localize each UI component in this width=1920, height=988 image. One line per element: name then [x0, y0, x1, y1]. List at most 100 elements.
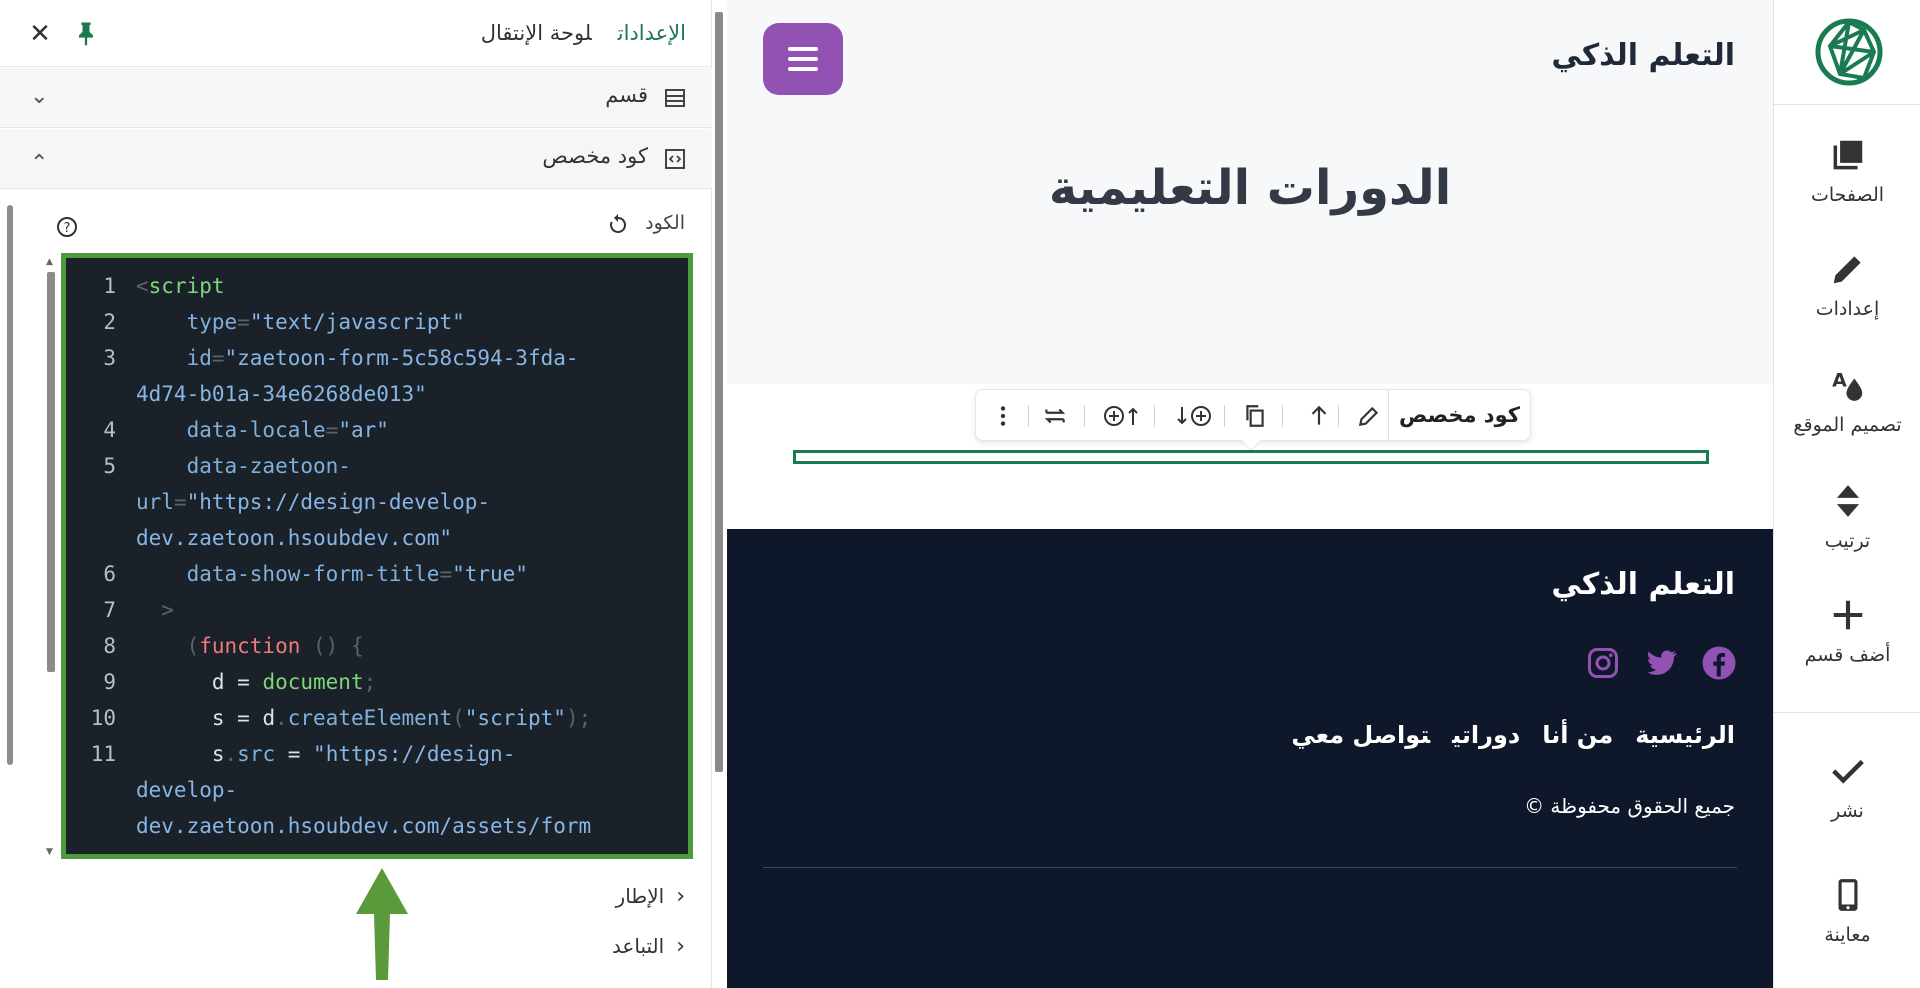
code-line-number: 9 — [103, 670, 116, 694]
pencil-icon — [1829, 250, 1867, 288]
more-options-icon[interactable] — [990, 403, 1016, 429]
hamburger-menu-button[interactable] — [763, 23, 843, 95]
code-token: "true" — [452, 562, 528, 586]
code-token: "https://design-develop- — [186, 490, 491, 514]
code-token: = — [211, 346, 225, 370]
pages-icon — [1829, 136, 1867, 174]
code-token: () { — [300, 634, 364, 658]
code-token: data-locale — [136, 418, 326, 442]
twitter-icon[interactable] — [1643, 645, 1679, 681]
custom-code-block[interactable] — [793, 450, 1709, 464]
frame-accordion[interactable]: ‹ الإطار — [616, 884, 685, 909]
code-block-icon — [664, 148, 686, 170]
code-token: ; — [363, 670, 377, 694]
code-line: 4d74-b01a-34e6268de013" — [136, 382, 686, 406]
close-icon[interactable]: ✕ — [26, 20, 54, 48]
code-token: url — [136, 490, 174, 514]
tab-navigation[interactable]: لوحة الإنتقال — [481, 21, 592, 45]
panel-header: ✕ الإعدادات لوحة الإنتقال — [0, 0, 712, 67]
preview-scrollbar[interactable] — [712, 0, 727, 988]
scroll-up-icon[interactable]: ▲ — [46, 257, 53, 267]
scrollbar-thumb[interactable] — [7, 205, 13, 765]
sort-icon — [1829, 482, 1867, 520]
code-token: < — [136, 274, 149, 298]
footer-brand: التعلم الذكي — [1551, 567, 1735, 602]
toolbar-block-label: كود مخصص — [1388, 390, 1530, 440]
site-brand[interactable]: التعلم الذكي — [1551, 38, 1735, 73]
code-token: "script" — [464, 706, 566, 730]
footer-link-courses[interactable]: دوراتي — [1452, 721, 1520, 749]
code-token: ); — [565, 706, 592, 730]
code-line-number: 7 — [103, 598, 116, 622]
footer-link-contact[interactable]: تواصل معي — [1291, 721, 1430, 749]
code-token: script — [148, 274, 225, 298]
code-token: = d — [237, 706, 276, 730]
rail-item-pages[interactable]: الصفحات — [1774, 136, 1920, 246]
rail-item-publish[interactable]: نشر — [1774, 752, 1920, 862]
code-field-label: الكود — [645, 212, 685, 234]
code-line-number: 4 — [103, 418, 116, 442]
rail-item-label: تصميم الموقع — [1793, 414, 1902, 436]
custom-code-accordion[interactable]: كود مخصص ⌃ — [0, 129, 712, 189]
footer-link-about[interactable]: من أنا — [1542, 721, 1613, 749]
code-line: data-zaetoon- — [136, 454, 686, 478]
rail-item-preview[interactable]: معاينة — [1774, 876, 1920, 986]
code-line: develop- — [136, 778, 686, 802]
code-line-number: 11 — [90, 742, 116, 766]
insert-above-icon[interactable] — [1102, 403, 1140, 429]
code-editor[interactable]: 1 <script 2 type="text/javascript" 3 id="za… — [61, 253, 693, 859]
rail-item-label: أضف قسم — [1804, 644, 1891, 666]
scrollbar-thumb[interactable] — [715, 12, 723, 772]
code-line: dev.zaetoon.hsoubdev.com" — [136, 526, 686, 550]
code-editor-scrollbar[interactable]: ▲ ▼ — [44, 257, 58, 857]
panel-tabs: الإعدادات لوحة الإنتقال — [455, 18, 686, 48]
code-token: = — [237, 670, 263, 694]
code-token: src — [237, 742, 276, 766]
duplicate-icon[interactable] — [1242, 403, 1268, 429]
scroll-down-icon[interactable]: ▼ — [46, 847, 53, 857]
app-logo[interactable] — [1814, 16, 1884, 88]
svg-text:A: A — [1832, 370, 1847, 392]
section-accordion[interactable]: قسم ⌄ — [0, 68, 712, 128]
code-line-number: 2 — [103, 310, 116, 334]
panel-scrollbar[interactable] — [4, 205, 16, 985]
code-line: type="text/javascript" — [136, 310, 686, 334]
code-line: > — [136, 598, 686, 622]
social-links — [1563, 645, 1737, 685]
tab-settings[interactable]: الإعدادات — [618, 21, 686, 45]
help-icon[interactable]: ? — [56, 216, 78, 238]
rail-item-sort[interactable]: ترتيب — [1774, 482, 1920, 592]
footer-link-home[interactable]: الرئيسية — [1635, 721, 1735, 749]
rail-item-site-design[interactable]: A تصميم الموقع — [1774, 366, 1920, 476]
custom-code-accordion-title: كود مخصص — [542, 144, 648, 168]
code-token: > — [136, 598, 174, 622]
rail-item-label: نشر — [1831, 800, 1864, 822]
reset-icon[interactable] — [606, 213, 630, 237]
svg-text:?: ? — [64, 221, 71, 236]
code-line-number: 5 — [103, 454, 116, 478]
pin-icon[interactable] — [72, 18, 100, 48]
edit-pencil-icon[interactable] — [1356, 403, 1382, 429]
code-token: develop- — [136, 778, 238, 802]
rail-item-settings[interactable]: إعدادات — [1774, 250, 1920, 360]
code-token: "ar" — [338, 418, 389, 442]
code-token: type — [136, 310, 238, 334]
footer-divider — [763, 867, 1737, 868]
rail-item-add-section[interactable]: أضف قسم — [1774, 596, 1920, 706]
spacing-accordion[interactable]: ‹ التباعد — [612, 934, 685, 959]
design-icon: A — [1829, 366, 1867, 404]
code-token: "text/javascript" — [249, 310, 465, 334]
code-line: (function () { — [136, 634, 686, 658]
chevron-down-icon: ⌄ — [30, 84, 49, 109]
rail-item-label: الصفحات — [1810, 184, 1885, 206]
footer-copyright: جميع الحقوق محفوظة © — [1524, 794, 1735, 818]
insert-below-icon[interactable] — [1176, 403, 1214, 429]
move-up-icon[interactable] — [1306, 403, 1332, 429]
facebook-icon[interactable] — [1701, 645, 1737, 681]
swap-icon[interactable] — [1042, 403, 1068, 429]
arrow-up-annotation-icon — [354, 868, 410, 980]
chevron-up-icon: ⌃ — [30, 151, 49, 176]
scrollbar-thumb[interactable] — [47, 272, 55, 672]
code-token: document — [262, 670, 364, 694]
instagram-icon[interactable] — [1585, 645, 1621, 681]
